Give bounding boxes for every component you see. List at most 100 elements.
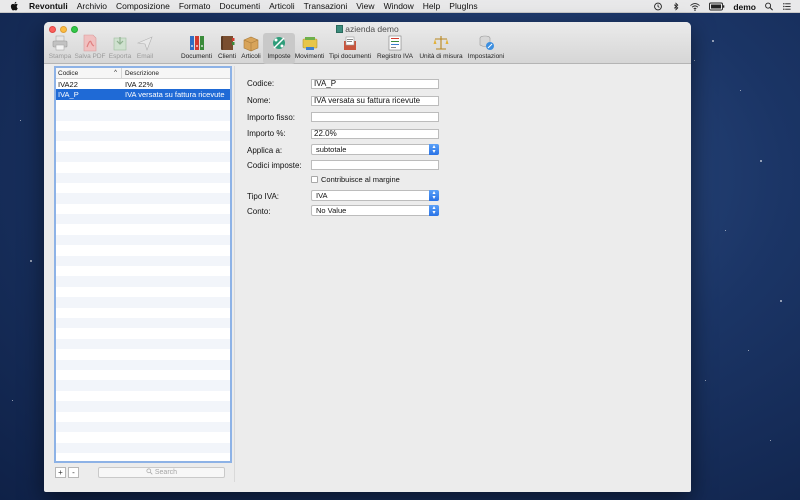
add-button[interactable]: + — [55, 467, 66, 478]
scale-icon — [433, 36, 449, 50]
codici-imposte-field[interactable] — [311, 160, 439, 170]
list-header: Codice ^ Descrizione — [56, 68, 230, 79]
imposte-list[interactable]: Codice ^ Descrizione IVA22 IVA 22% IVA_P… — [54, 66, 232, 463]
applica-label: Applica a: — [247, 146, 283, 155]
table-row-selected[interactable]: IVA_P IVA versata su fattura ricevute — [56, 89, 230, 100]
cell-descrizione: IVA versata su fattura ricevute — [125, 90, 225, 100]
spotlight-icon[interactable] — [764, 2, 774, 11]
document-icon — [336, 25, 344, 33]
notification-center-icon[interactable] — [782, 2, 792, 11]
menu-view[interactable]: View — [356, 1, 374, 11]
codice-field[interactable]: IVA_P — [311, 79, 439, 89]
cell-descrizione: IVA 22% — [125, 79, 154, 89]
empty-row — [56, 453, 230, 461]
menu-help[interactable]: Help — [423, 1, 440, 11]
tipo-iva-selected-value: IVA — [316, 191, 328, 200]
empty-row — [56, 317, 230, 329]
apple-icon[interactable] — [9, 1, 21, 11]
wifi-icon[interactable] — [689, 2, 701, 11]
empty-row — [56, 421, 230, 433]
importo-fisso-field[interactable] — [311, 112, 439, 122]
sort-ascending-icon: ^ — [114, 69, 117, 76]
toolbar-imposte-button[interactable]: Imposte — [263, 33, 295, 64]
empty-row — [56, 255, 230, 267]
empty-row — [56, 308, 230, 318]
column-header-codice[interactable]: Codice ^ — [56, 68, 122, 79]
empty-row — [56, 432, 230, 442]
importo-pct-label: Importo %: — [247, 129, 286, 138]
export-icon — [113, 37, 127, 51]
nome-label: Nome: — [247, 96, 271, 105]
menu-transazioni[interactable]: Transazioni — [304, 1, 348, 11]
toolbar-articoli-button[interactable]: Articoli — [240, 34, 262, 64]
document-types-icon — [344, 36, 356, 50]
time-machine-icon[interactable] — [653, 2, 663, 11]
toolbar-salva-pdf-button[interactable]: Salva PDF — [74, 34, 106, 64]
menu-window[interactable]: Window — [384, 1, 414, 11]
toolbar-unita-misura-button[interactable]: Unità di misura — [417, 34, 465, 64]
empty-row — [56, 183, 230, 193]
empty-row — [56, 204, 230, 214]
menu-app-name[interactable]: Revontuli — [29, 1, 68, 11]
tipo-iva-select[interactable]: IVA ▴ ▾ — [311, 190, 439, 201]
empty-row — [56, 391, 230, 401]
remove-button[interactable]: - — [68, 467, 79, 478]
empty-row — [56, 359, 230, 370]
applica-select[interactable]: subtotale ▴ ▾ — [311, 144, 439, 155]
contribuisce-checkbox-row[interactable]: Contribuisce al margine — [311, 175, 400, 184]
chevron-updown-icon: ▴ ▾ — [429, 205, 439, 216]
toolbar-tipi-documenti-button[interactable]: Tipi documenti — [328, 34, 372, 64]
menu-formato[interactable]: Formato — [179, 1, 211, 11]
empty-row — [56, 214, 230, 225]
empty-row — [56, 287, 230, 297]
list-rows: IVA22 IVA 22% IVA_P IVA versata su fattu… — [56, 79, 230, 461]
toolbar-email-button[interactable]: Email — [134, 34, 156, 64]
toolbar-registro-iva-button[interactable]: Registro IVA — [375, 34, 415, 64]
empty-row — [56, 151, 230, 163]
title-bar: azienda demo Stampa Salva PDF Esporta Em… — [44, 22, 691, 64]
empty-row — [56, 276, 230, 287]
empty-row — [56, 401, 230, 412]
column-header-descrizione[interactable]: Descrizione — [122, 68, 159, 79]
empty-row — [56, 100, 230, 110]
contribuisce-checkbox[interactable] — [311, 176, 318, 183]
toolbar-stampa-button[interactable]: Stampa — [47, 34, 73, 64]
empty-row — [56, 380, 230, 391]
importo-fisso-label: Importo fisso: — [247, 113, 296, 122]
menu-composizione[interactable]: Composizione — [116, 1, 170, 11]
menu-archivio[interactable]: Archivio — [77, 1, 107, 11]
split-view-divider[interactable] — [234, 66, 235, 482]
empty-row — [56, 349, 230, 359]
empty-row — [56, 328, 230, 338]
settings-icon — [479, 35, 494, 50]
toolbar-esporta-button[interactable]: Esporta — [107, 34, 133, 64]
empty-row — [56, 130, 230, 142]
list-bottom-bar: + - Search — [54, 467, 232, 479]
toolbar-documenti-button[interactable]: Documenti — [180, 34, 213, 64]
search-input[interactable]: Search — [98, 467, 225, 478]
empty-row — [56, 141, 230, 151]
table-row[interactable]: IVA22 IVA 22% — [56, 79, 230, 89]
battery-icon[interactable] — [709, 2, 725, 11]
menu-documenti[interactable]: Documenti — [220, 1, 261, 11]
codice-label: Codice: — [247, 79, 275, 88]
empty-row — [56, 442, 230, 454]
toolbar-movimenti-button[interactable]: Movimenti — [294, 34, 325, 64]
menu-articoli[interactable]: Articoli — [269, 1, 295, 11]
toolbar-impostazioni-button[interactable]: Impostazioni — [466, 34, 506, 64]
user-name[interactable]: demo — [733, 2, 756, 12]
search-placeholder: Search — [154, 469, 178, 476]
register-icon — [388, 35, 402, 51]
conto-select[interactable]: No Value ▴ ▾ — [311, 205, 439, 216]
importo-pct-field[interactable]: 22.0% — [311, 129, 439, 139]
cell-codice: IVA22 — [58, 79, 78, 89]
bluetooth-icon[interactable] — [671, 2, 681, 11]
empty-row — [56, 297, 230, 308]
contribuisce-label: Contribuisce al margine — [321, 175, 400, 184]
codici-imposte-label: Codici imposte: — [247, 161, 302, 170]
cell-codice: IVA_P — [58, 90, 79, 100]
nome-field[interactable]: IVA versata su fattura ricevute — [311, 96, 439, 106]
chevron-updown-icon: ▴ ▾ — [429, 190, 439, 201]
menu-plugins[interactable]: PlugIns — [449, 1, 477, 11]
toolbar-clienti-button[interactable]: Clienti — [216, 34, 238, 64]
